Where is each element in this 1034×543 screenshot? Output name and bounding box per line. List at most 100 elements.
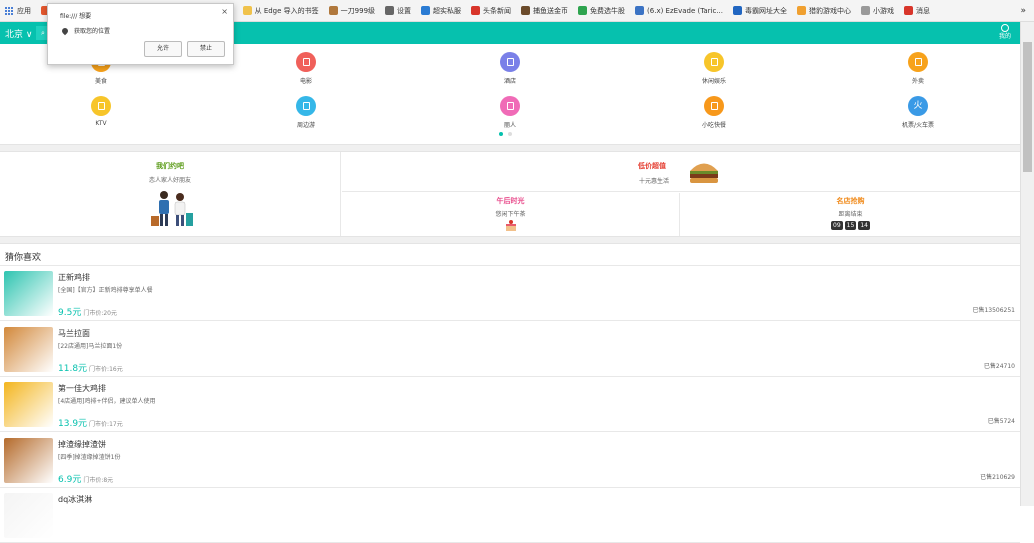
category-item[interactable]: 小吃快餐 [664,96,764,129]
bookmark-item[interactable]: (6.x) EzEvade (Taric... [630,0,728,21]
bookmark-item[interactable]: 小游戏 [856,0,899,21]
promo-afternoon-subtitle: 悠闲下午茶 [495,211,526,218]
close-icon[interactable]: × [221,7,228,16]
bookmark-item[interactable]: 设置 [380,0,416,21]
bookmarks-overflow-button[interactable]: » [1020,6,1034,16]
countdown-timer: 09 15 14 [681,221,1020,230]
allow-button[interactable]: 允许 [144,41,182,57]
category-icon [704,52,724,72]
promo-flash-sale-title: 名店抢购 [836,197,865,205]
bookmark-item[interactable]: 一刀999级 [324,0,380,21]
category-item[interactable]: 休闲娱乐 [664,52,764,85]
category-label: 酒店 [503,78,516,85]
guess-you-like-heading: 猜你喜欢 [0,244,1020,266]
msg-icon [903,6,913,15]
deal-original-price: 门市价:8元 [83,476,114,484]
deal-item[interactable]: 第一佳大鸡排 [4店通用]鸡排+伴侣，建议单人使用 13.9元 门市价:17元 已售57… [0,377,1020,432]
category-item[interactable]: 火机票/火车票 [868,96,968,129]
deal-thumbnail [4,493,53,538]
bookmark-item[interactable]: 消息 [899,0,935,21]
promo-dating-title: 我们约吧 [156,162,184,170]
category-icon [91,96,111,116]
my-label: 我的 [998,33,1011,40]
permission-request: 获取您的位置 [60,26,111,35]
deal-price-block [58,527,60,537]
deal-thumbnail [4,382,53,427]
bookmark-label: 超实私服 [433,6,462,15]
promo-section: 我们约吧 恋人家人好朋友 低价超值 十元惠生活 午后时光 悠闲下午茶 名店抢购 … [0,152,1020,236]
deal-price: 13.9元 [58,419,88,429]
gear-icon [385,6,395,15]
bookmark-item[interactable]: 超实私服 [416,0,466,21]
carousel-dot[interactable] [508,132,512,136]
deal-title: 掉渣缘掉渣饼 [58,439,106,449]
globe-icon [635,6,645,15]
user-icon [1001,24,1009,32]
deal-item[interactable]: 马兰拉面 [22店通用]马兰拉面1份 11.8元 门市价:16元 已售24710 [0,322,1020,377]
deal-description: [4店通用]鸡排+伴侣，建议单人使用 [58,398,156,405]
category-item[interactable]: 周边游 [256,96,356,129]
bookmark-item[interactable]: 头条新闻 [466,0,516,21]
deal-thumbnail [4,326,53,372]
fish-icon [521,6,531,15]
deal-price-block: 9.5元 门市价:20元 [58,305,117,318]
scrollbar-thumb[interactable] [1023,42,1032,172]
couple-illustration [151,191,193,226]
category-label: 电影 [299,78,312,85]
category-label: KTV [95,120,107,127]
category-item[interactable]: 外卖 [868,52,968,85]
category-item[interactable]: KTV [51,96,151,127]
deal-sold-count: 已售5724 [987,418,1015,425]
category-icon [704,96,724,116]
apps-icon [5,6,13,15]
bookmark-item[interactable]: 捕鱼送金币 [516,0,573,21]
permission-location-text: 获取您的位置 [74,28,111,35]
deal-original-price: 门市价:16元 [89,365,123,373]
bookmark-label: 消息 [915,6,930,15]
bookmark-item[interactable]: 免费选牛股 [573,0,630,21]
category-icon: 火 [908,96,928,116]
permission-origin: file:/// 想要 [60,13,92,20]
deny-button[interactable]: 禁止 [187,41,225,57]
leopard-icon [796,6,806,15]
deal-price-block: 11.8元 门市价:16元 [58,361,123,374]
deal-item[interactable]: 正新鸡排 [全国]【官方】正新鸡排尊享单人餐 9.5元 门市价:20元 已售135062… [0,266,1020,321]
category-label: 周边游 [296,122,315,129]
deal-price: 11.8元 [58,363,88,374]
deal-original-price: 门市价:17元 [89,421,123,428]
bookmark-label: 设置 [397,6,412,15]
promo-dating[interactable]: 我们约吧 恋人家人好朋友 [0,152,341,236]
bookmark-item[interactable]: 毒霸网址大全 [728,0,792,21]
category-icon [296,96,316,116]
promo-flash-sale[interactable]: 名店抢购 距离结束 09 15 14 [681,193,1020,236]
deal-description: [全国]【官方】正新鸡排尊享单人餐 [58,287,153,294]
bookmark-item[interactable]: 猎豹游戏中心 [792,0,856,21]
deal-price: 9.5元 [58,308,82,318]
page-scrollbar[interactable] [1020,22,1034,506]
burger-illustration [690,163,718,183]
bookmark-item[interactable]: 应用 [0,0,36,21]
promo-low-price-subtitle: 十元惠生活 [639,178,670,185]
promo-afternoon[interactable]: 午后时光 悠闲下午茶 [342,193,680,236]
category-item[interactable]: 酒店 [460,52,560,85]
bookmark-item[interactable]: 从 Edge 导入的书签 [238,0,324,21]
bookmark-label: 猎豹游戏中心 [808,6,851,15]
category-label: 美食 [94,78,107,85]
category-item[interactable]: 丽人 [460,96,560,129]
category-icon [500,52,520,72]
countdown-seconds: 14 [858,221,870,230]
deal-item[interactable]: dq冰淇淋 [0,488,1020,543]
carousel-dot-active[interactable] [499,132,503,136]
category-item[interactable]: 电影 [256,52,356,85]
deal-item[interactable]: 掉渣缘掉渣饼 [四季]掉渣缘掉渣饼1份 6.9元 门市价:8元 已售210629 [0,433,1020,488]
my-account-button[interactable]: 我的 [996,24,1014,40]
city-selector[interactable]: 北京 ∨ [5,27,32,40]
bookmark-label: 一刀999级 [340,6,376,15]
promo-low-price[interactable]: 低价超值 十元惠生活 [342,152,1020,192]
category-label: 小吃快餐 [701,122,726,129]
bookmark-label: (6.x) EzEvade (Taric... [647,6,723,15]
deal-thumbnail [4,437,53,483]
section-divider [0,144,1020,152]
deal-price-block: 13.9元 门市价:17元 [58,416,123,429]
page-icon [860,6,870,15]
